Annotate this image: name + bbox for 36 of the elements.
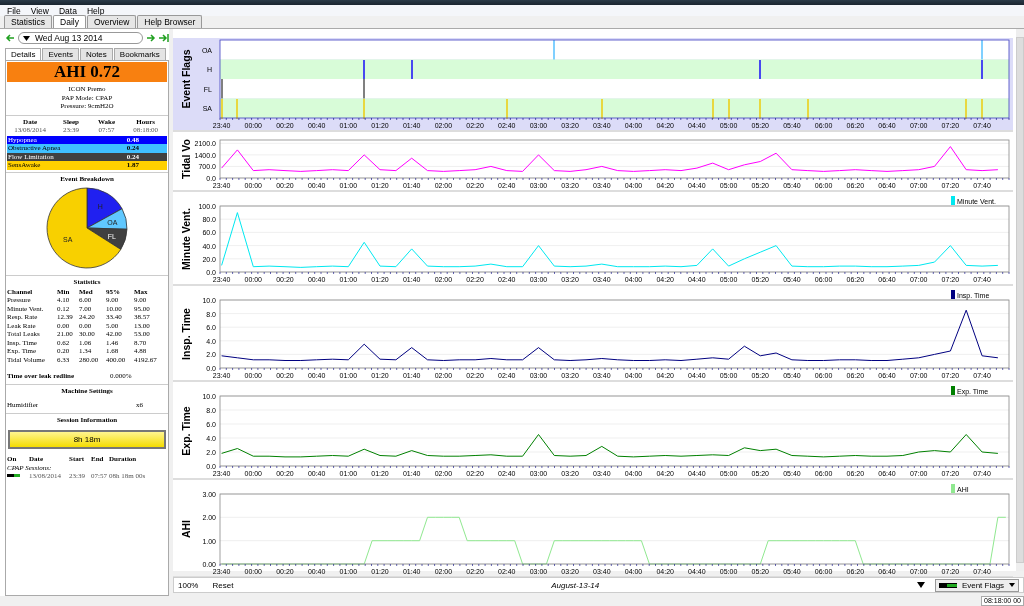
menu-item[interactable]: File [7, 5, 21, 16]
chart-title: Event Flags [180, 49, 192, 109]
caret-icon[interactable] [917, 582, 925, 588]
legend-swatch [951, 290, 955, 299]
caret-icon [23, 35, 30, 41]
legend-swatch [951, 386, 955, 395]
last-arrow-icon[interactable] [159, 34, 169, 42]
ahi-banner: AHI 0.72 [7, 62, 167, 82]
date-label: August-13-14 [550, 580, 601, 590]
chart-title: Insp. Time [180, 308, 192, 360]
layers-dropdown[interactable]: Event Flags [935, 578, 1019, 592]
back-arrow-icon[interactable] [5, 34, 15, 42]
chart-title: Exp. Time [180, 406, 192, 456]
total-time-bar: 8h 18m [8, 430, 166, 449]
legend-swatch [951, 484, 955, 493]
reset-link[interactable]: Reset [212, 580, 234, 590]
menu-item[interactable]: Data [59, 5, 77, 16]
chart-title: Minute Vent. [180, 208, 192, 270]
caret-icon [1009, 583, 1015, 587]
legend-swatch [951, 196, 955, 205]
tab[interactable]: Statistics [4, 15, 52, 28]
zoom-level: 100% [178, 580, 199, 590]
chart-title: AHI [180, 519, 192, 539]
menu-item[interactable]: Help [86, 5, 105, 16]
forward-arrow-icon[interactable] [146, 34, 156, 42]
tab[interactable]: Details [5, 48, 42, 60]
chart-title: Tidal Vo [180, 139, 192, 179]
tab[interactable]: Daily [53, 15, 86, 28]
menu-item[interactable]: View [30, 5, 49, 16]
tab[interactable]: Overview [86, 15, 137, 28]
tab[interactable]: Notes [79, 48, 113, 60]
session-toggle[interactable] [7, 474, 20, 478]
tab[interactable]: Help Browser [137, 15, 203, 28]
tab[interactable]: Events [42, 48, 79, 60]
scrollbar[interactable] [1016, 29, 1024, 571]
tab[interactable]: Bookmarks [113, 48, 166, 60]
